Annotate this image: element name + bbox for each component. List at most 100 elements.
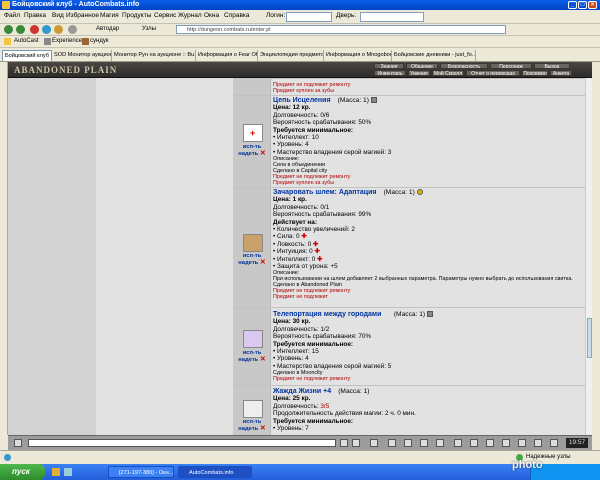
tab-fear-off[interactable]: Информация о Fear Off [196,50,258,61]
info-icon[interactable] [534,439,542,447]
wear-button[interactable]: надеть [238,260,258,266]
nav-my-scroll[interactable]: Мой Скролл [432,70,464,76]
autodar-button[interactable]: Автодар [96,26,119,32]
nav-fed[interactable]: Покормил [522,70,548,76]
wear-button[interactable]: надеть [238,151,258,157]
teleport-scroll-icon[interactable] [243,330,263,348]
nav-exit[interactable]: Выход [534,63,570,69]
menu-edit[interactable]: Правка [24,12,46,19]
add-stat-icon[interactable]: ✚ [314,248,319,255]
quicklaunch-icon[interactable] [52,468,60,476]
tab-rune-monitor[interactable]: Монитор Рун на аукционе :: Bu... [112,50,196,61]
refresh-icon[interactable] [42,25,51,34]
bag-icon[interactable] [436,439,444,447]
content-scrollbar[interactable] [585,78,592,435]
item-note: Предмет не подлежит ремонту [273,376,351,383]
quicklaunch-icon[interactable] [64,468,72,476]
item-actions: исп-ть надеть ✕ [233,308,271,385]
address-field[interactable]: http://dungeon.combats.ru/enter.pl [176,25,506,34]
nav-transfer-report[interactable]: Отчет о переводах [466,70,520,76]
minimize-button[interactable]: _ [568,1,577,9]
tab-item-encyclopedia[interactable]: Энциклопедия предметов [258,50,324,61]
hand-icon[interactable] [454,439,462,447]
helmet-scroll-icon[interactable] [243,234,263,252]
drop-icon[interactable]: ✕ [260,425,266,432]
potion-scroll-icon[interactable] [243,400,263,418]
login-select[interactable] [286,12,332,22]
mail-icon[interactable] [502,439,510,447]
list-item: исп-ть надеть ✕ Зачаровать шлем: Адаптац… [233,187,585,307]
add-stat-icon[interactable]: ✚ [301,233,306,240]
close-button[interactable]: × [588,1,597,9]
tab-mnogoboec[interactable]: Информация о Mnogoboec [324,50,392,61]
print-icon[interactable] [68,25,77,34]
sword-icon[interactable] [470,439,478,447]
nav-character[interactable]: Персонаж [490,63,532,69]
settings-icon[interactable] [420,439,428,447]
stop-icon[interactable] [30,25,39,34]
list-item: Предмет не подлежит ремонту Предмет купл… [233,78,585,95]
menu-service[interactable]: Сервис [154,12,176,19]
map-icon[interactable] [486,439,494,447]
add-stat-icon[interactable]: ✚ [313,241,318,248]
menu-view[interactable]: Вид [52,12,64,19]
tab-fight-club[interactable]: Бойцовский клуб [2,50,52,61]
item-price: Цена: 30 кр. [273,318,311,326]
menu-magic[interactable]: Магия [100,12,119,19]
filter-icon[interactable] [388,439,396,447]
item-duration: Продолжительность действия магии: 2 ч. 0… [273,410,416,418]
drop-icon[interactable]: ✕ [260,259,266,266]
item-name[interactable]: Жажда Жизни +4 [273,388,331,395]
app-icon [2,1,10,9]
drop-icon[interactable]: ✕ [260,356,266,363]
exit-icon[interactable] [550,439,558,447]
list-item: исп-ть надеть ✕ Жажда Жизни +4 (Масса: 1… [233,385,585,435]
home-icon[interactable] [54,25,63,34]
back-icon[interactable] [4,25,13,34]
menu-journal[interactable]: Журнал [178,12,202,19]
taskbar-window-chat[interactable]: [271-197-380] - Окн... [108,466,174,478]
menu-products[interactable]: Продукты [122,12,151,19]
nav-profile[interactable]: Анкета [550,70,572,76]
nodes-button[interactable]: Узлы [142,26,156,32]
chat-menu-icon[interactable] [14,439,22,447]
refresh-chat-icon[interactable] [404,439,412,447]
nav-communication[interactable]: Общение [406,63,438,69]
wear-button[interactable]: надеть [238,426,258,432]
autocast-button[interactable]: AutoCast [14,38,39,44]
item-requirement: • Интеллект: 15 [273,348,319,356]
taskbar: пуск [271-197-380] - Окн... AutoCombats.… [0,464,600,480]
item-name[interactable]: Зачаровать шлем: Адаптация [273,189,376,196]
add-stat-icon[interactable]: ✚ [317,256,322,263]
item-actions: + исп-ть надеть ✕ [233,96,271,187]
smile-icon[interactable] [370,439,378,447]
maximize-button[interactable]: □ [578,1,587,9]
start-button[interactable]: пуск [0,464,45,480]
menu-favorites[interactable]: Избранное [66,12,99,19]
wear-button[interactable]: надеть [238,357,258,363]
tab-fight-diaries[interactable]: Бойцовские дневники - just_fo... [392,50,476,61]
door-select[interactable] [360,12,424,22]
menu-windows[interactable]: Окна [204,12,219,19]
taskbar-window-browser[interactable]: AutoCombats.info [178,466,252,478]
nav-inventory[interactable]: Инвентарь [374,70,406,76]
drop-icon[interactable]: ✕ [260,150,266,157]
menu-help[interactable]: Справка [224,12,250,19]
tab-sod-auction[interactable]: SOD Монитор аукциона [52,50,112,61]
clear-icon[interactable] [352,439,360,447]
friends-icon[interactable] [518,439,526,447]
chest-button[interactable]: сундук [90,38,108,44]
item-name[interactable]: Цепь Исцеления [273,97,331,104]
item-name[interactable]: Телепортация между городами [273,311,381,318]
experience-button[interactable]: Experience [52,38,82,44]
nav-knowledge[interactable]: Знания [374,63,404,69]
nav-security[interactable]: Безопасность [440,63,488,69]
menu-file[interactable]: Файл [4,12,20,19]
scrollbar-thumb[interactable] [587,318,592,358]
nav-skills[interactable]: Умения [408,70,430,76]
item-durability-label: Долговечность: [273,402,319,410]
scroll-icon[interactable]: + [243,124,263,142]
send-icon[interactable] [340,439,348,447]
forward-icon[interactable] [16,25,25,34]
chat-input[interactable] [28,439,336,447]
